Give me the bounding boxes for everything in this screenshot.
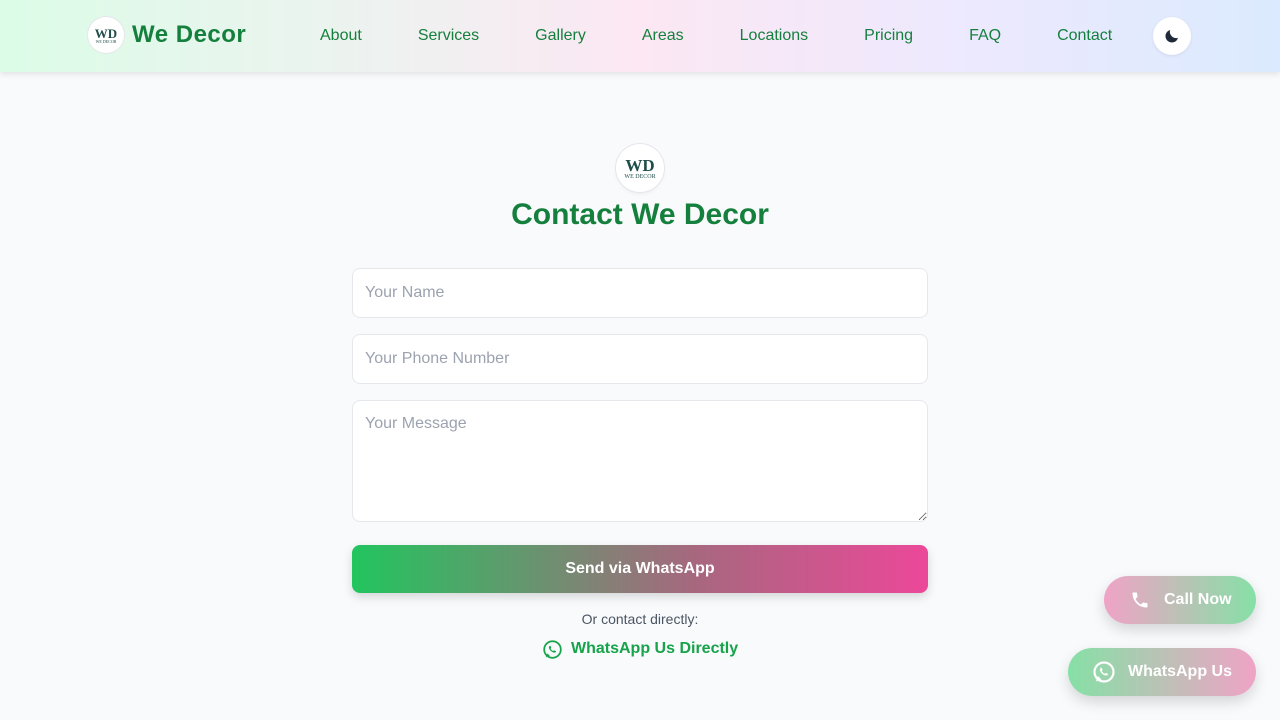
hero-logo-monogram: WD: [625, 155, 655, 175]
hero-logo: WD WE DECOR: [616, 144, 664, 192]
brand-logo-wordmark: WE DECOR: [95, 38, 117, 44]
whatsapp-direct-link[interactable]: WhatsApp Us Directly: [542, 638, 738, 660]
brand-logo: WD WE DECOR: [88, 17, 124, 53]
page-title: Contact We Decor: [511, 198, 769, 231]
send-via-whatsapp-button[interactable]: Send via WhatsApp: [352, 545, 928, 593]
site-header: WD WE DECOR We Decor About Services Gall…: [0, 0, 1280, 72]
contact-directly-label: Or contact directly:: [581, 611, 699, 627]
phone-input[interactable]: [352, 334, 928, 384]
main-nav: About Services Gallery Areas Locations P…: [320, 0, 1168, 72]
nav-faq[interactable]: FAQ: [969, 27, 1001, 45]
call-now-button[interactable]: Call Now: [1104, 576, 1256, 624]
nav-gallery[interactable]: Gallery: [535, 27, 586, 45]
nav-about[interactable]: About: [320, 27, 362, 45]
nav-areas[interactable]: Areas: [642, 27, 684, 45]
theme-toggle-button[interactable]: [1153, 17, 1191, 55]
whatsapp-icon: [543, 639, 562, 659]
brand-name: We Decor: [132, 21, 247, 48]
brand-logo-monogram: WD: [94, 25, 118, 41]
nav-contact[interactable]: Contact: [1057, 27, 1112, 45]
phone-icon: [1132, 592, 1148, 608]
nav-services[interactable]: Services: [418, 27, 479, 45]
whatsapp-us-button[interactable]: WhatsApp Us: [1068, 648, 1256, 696]
call-now-label: Call Now: [1164, 591, 1232, 608]
moon-icon: [1165, 30, 1178, 43]
whatsapp-us-label: WhatsApp Us: [1128, 663, 1232, 680]
brand-link[interactable]: WD WE DECOR We Decor: [88, 17, 246, 53]
message-textarea[interactable]: [352, 400, 928, 522]
name-input[interactable]: [352, 268, 928, 318]
hero-logo-wordmark: WE DECOR: [624, 173, 656, 180]
nav-pricing[interactable]: Pricing: [864, 27, 913, 45]
nav-locations[interactable]: Locations: [740, 27, 809, 45]
whatsapp-direct-label: WhatsApp Us Directly: [571, 640, 739, 657]
whatsapp-icon: [1093, 661, 1115, 683]
